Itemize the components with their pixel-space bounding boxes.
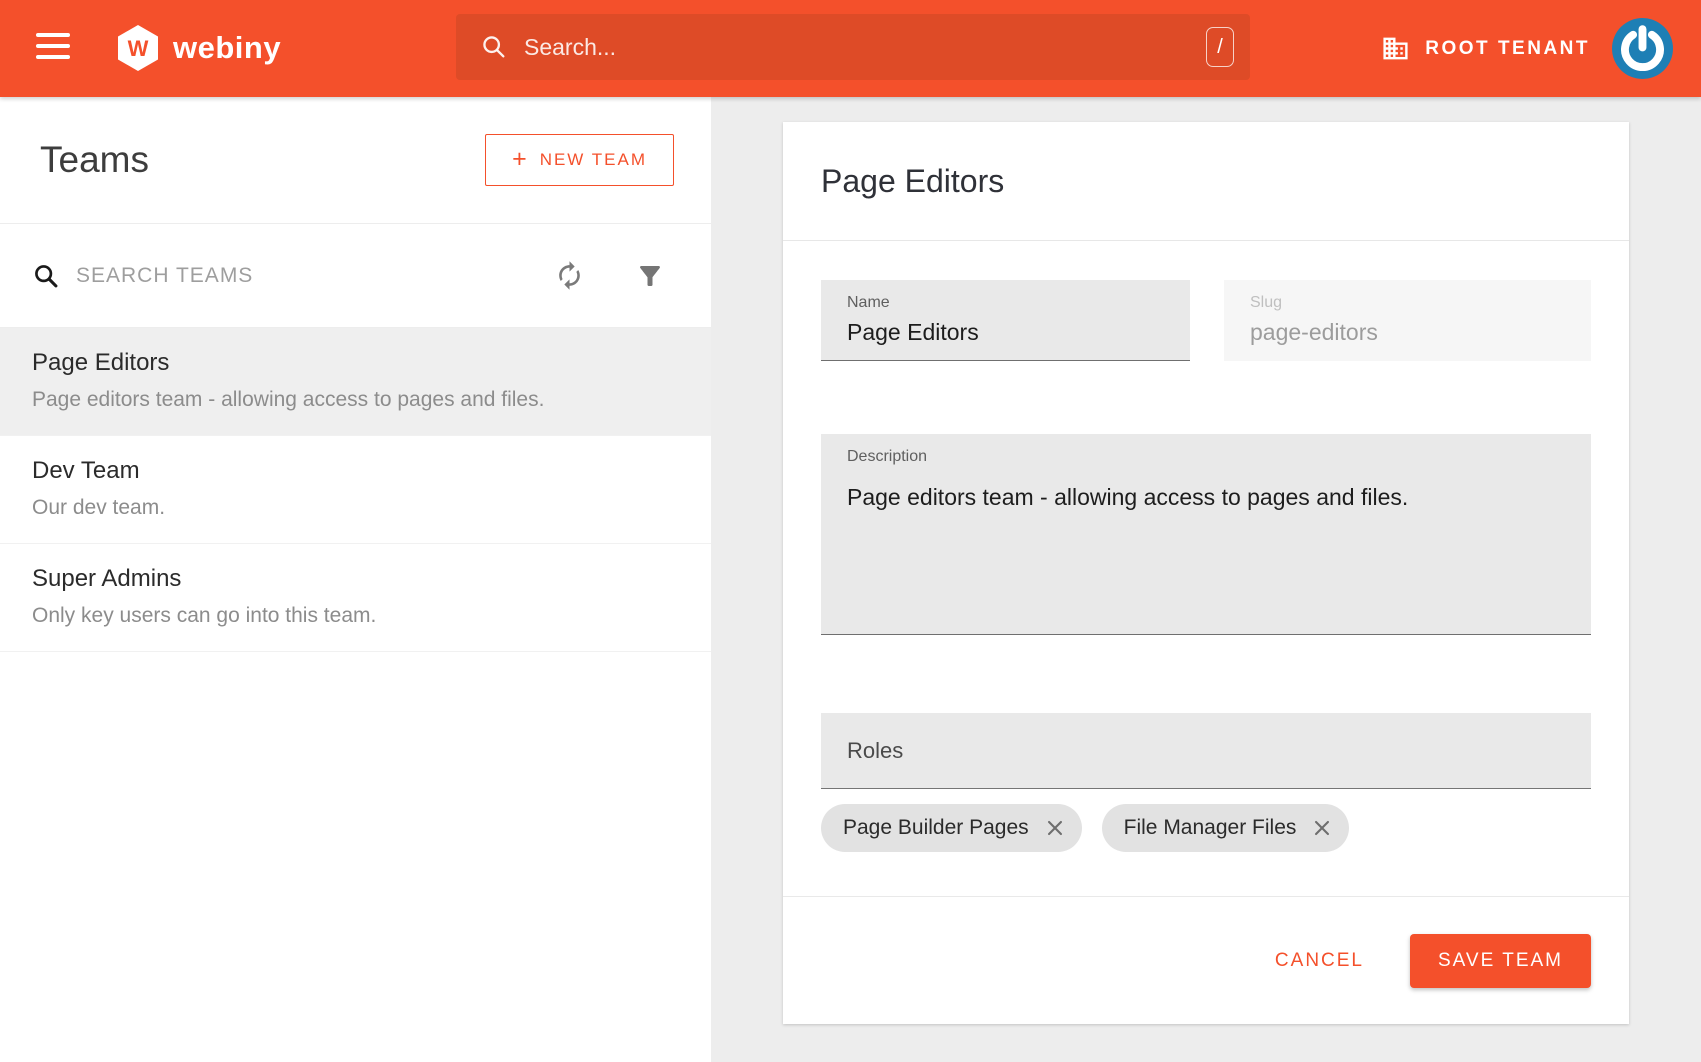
team-description: Our dev team.	[32, 496, 679, 520]
new-team-button-label: NEW TEAM	[540, 150, 647, 170]
team-form-body: Name Page Editors Slug page-editors Desc…	[783, 280, 1629, 852]
chip-remove-icon[interactable]	[1311, 817, 1333, 839]
team-name: Page Editors	[32, 349, 679, 377]
role-chip-page-builder-pages[interactable]: Page Builder Pages	[821, 804, 1082, 852]
user-avatar[interactable]	[1612, 18, 1673, 79]
chip-label: File Manager Files	[1124, 816, 1297, 840]
team-details-area: Page Editors Name Page Editors Slug page…	[711, 97, 1701, 1062]
team-form-header: Page Editors	[783, 122, 1629, 241]
building-icon	[1381, 34, 1410, 63]
teams-search-input[interactable]	[76, 264, 534, 288]
team-list-item-dev-team[interactable]: Dev Team Our dev team.	[0, 436, 711, 544]
global-search[interactable]: /	[456, 14, 1250, 80]
team-description: Only key users can go into this team.	[32, 604, 679, 628]
roles-chips: Page Builder Pages File Manager Files	[821, 804, 1591, 852]
name-field[interactable]: Name Page Editors	[821, 280, 1190, 361]
team-form-title: Page Editors	[821, 163, 1004, 200]
name-field-label: Name	[821, 280, 1190, 312]
chip-remove-icon[interactable]	[1044, 817, 1066, 839]
tenant-selector[interactable]: ROOT TENANT	[1381, 0, 1590, 97]
svg-text:W: W	[128, 36, 149, 61]
description-field-value: Page editors team - allowing access to p…	[821, 466, 1591, 511]
teams-panel-header: Teams + NEW TEAM	[0, 97, 711, 224]
tenant-label: ROOT TENANT	[1425, 38, 1590, 60]
role-chip-file-manager-files[interactable]: File Manager Files	[1102, 804, 1350, 852]
team-form-footer: CANCEL SAVE TEAM	[783, 896, 1629, 1024]
team-details-card: Page Editors Name Page Editors Slug page…	[783, 122, 1629, 1024]
search-icon	[32, 262, 60, 290]
teams-search-bar	[0, 224, 711, 328]
description-field-label: Description	[821, 434, 1591, 466]
description-field[interactable]: Description Page editors team - allowing…	[821, 434, 1591, 635]
webiny-logo[interactable]: W webiny	[116, 24, 281, 72]
cancel-button[interactable]: CANCEL	[1269, 940, 1370, 982]
team-list-item-super-admins[interactable]: Super Admins Only key users can go into …	[0, 544, 711, 652]
chip-label: Page Builder Pages	[843, 816, 1029, 840]
brand-wordmark: webiny	[173, 30, 281, 66]
refresh-icon[interactable]	[550, 256, 589, 295]
team-description: Page editors team - allowing access to p…	[32, 388, 679, 412]
team-name: Super Admins	[32, 565, 679, 593]
teams-list-panel: Teams + NEW TEAM Page Editors Page	[0, 97, 711, 1062]
team-name: Dev Team	[32, 457, 679, 485]
page-title: Teams	[40, 139, 149, 181]
menu-icon[interactable]	[36, 33, 70, 59]
slug-field-label: Slug	[1224, 280, 1591, 312]
team-list-item-page-editors[interactable]: Page Editors Page editors team - allowin…	[0, 328, 711, 436]
roles-field[interactable]: Roles	[821, 713, 1591, 789]
slug-field-value: page-editors	[1224, 312, 1591, 346]
save-team-button[interactable]: SAVE TEAM	[1410, 934, 1591, 988]
search-icon	[480, 33, 508, 61]
filter-icon[interactable]	[631, 257, 669, 295]
plus-icon: +	[512, 145, 527, 174]
name-field-value: Page Editors	[821, 312, 1190, 346]
new-team-button[interactable]: + NEW TEAM	[485, 134, 674, 186]
roles-field-label: Roles	[847, 738, 903, 764]
slug-field: Slug page-editors	[1224, 280, 1591, 361]
top-navigation-bar: W webiny / ROOT TENANT	[0, 0, 1701, 97]
team-list: Page Editors Page editors team - allowin…	[0, 328, 711, 652]
webiny-hexagon-icon: W	[116, 24, 160, 72]
slash-shortcut-badge: /	[1206, 27, 1234, 67]
global-search-input[interactable]	[524, 34, 1190, 61]
